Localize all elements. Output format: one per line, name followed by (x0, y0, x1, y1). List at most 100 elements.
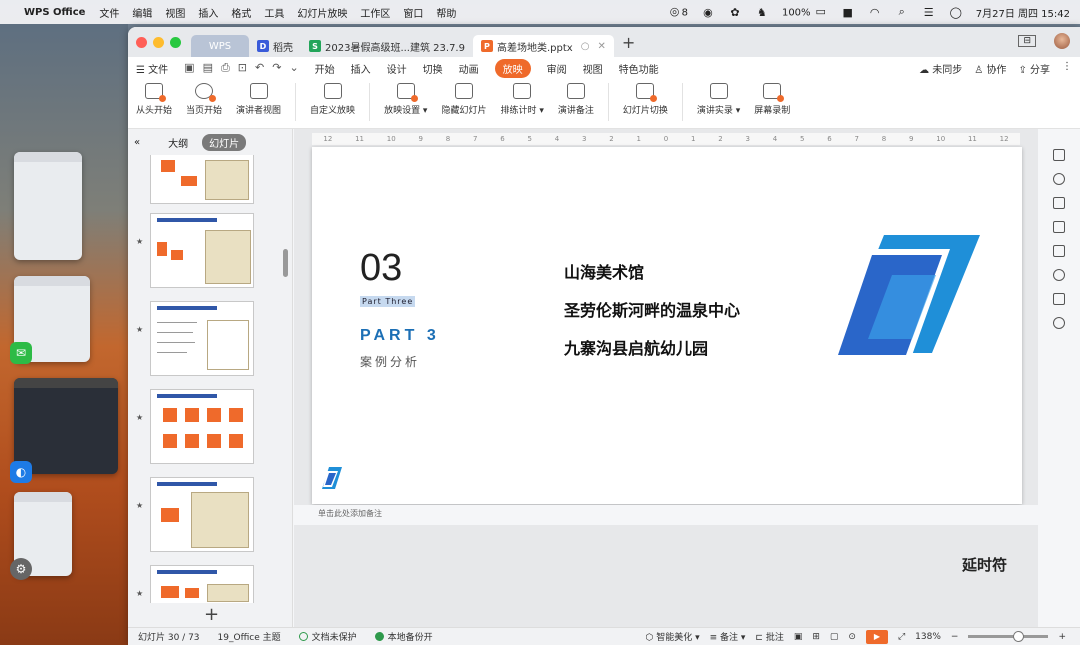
comments-button[interactable]: ⊏ 批注 (755, 630, 783, 643)
minimize-window-button[interactable] (153, 36, 164, 48)
case-item-3[interactable]: 九寨沟县启航幼儿园 (564, 335, 708, 359)
zoom-window-button[interactable] (170, 36, 181, 48)
save-icon[interactable]: ▣ (184, 61, 194, 75)
rehearse-timing-button[interactable]: 排练计时 ▾ (500, 83, 544, 116)
export-icon[interactable]: ▤ (203, 61, 213, 75)
extension-icon[interactable]: ✿ (728, 6, 742, 19)
collaborate-button[interactable]: ♙ 协作 (974, 61, 1006, 76)
fill-icon[interactable] (1053, 221, 1065, 233)
preview-icon[interactable]: ⊡ (238, 61, 247, 75)
current-slide[interactable]: 03 Part Three PART 3 案例分析 山海美术馆 圣劳伦斯河畔的温… (312, 147, 1022, 504)
tab-animation[interactable]: 动画 (459, 61, 479, 76)
fit-window-icon[interactable]: ⤢ (898, 632, 905, 642)
clock[interactable]: 7月27日 周四 15:42 (976, 5, 1070, 20)
tab-transition[interactable]: 切换 (423, 61, 443, 76)
reading-view-icon[interactable]: ▢ (830, 632, 839, 642)
user-icon[interactable]: ◯ (949, 6, 963, 19)
menu-window[interactable]: 窗口 (403, 5, 423, 20)
play-slideshow-button[interactable]: ▶ (865, 629, 888, 644)
menu-slideshow[interactable]: 幻灯片放映 (297, 5, 347, 20)
app-icon-blue[interactable]: ◐ (10, 461, 32, 483)
slide-thumbnail[interactable] (150, 155, 254, 204)
smart-beautify-button[interactable]: ⬡ 智能美化 ▾ (646, 630, 700, 643)
tab-insert[interactable]: 插入 (351, 61, 371, 76)
stage-window-1[interactable] (14, 152, 82, 260)
transition-icon[interactable] (1053, 293, 1065, 305)
presenter-view-button[interactable]: 演讲者视图 (236, 83, 281, 116)
tab-slideshow[interactable]: 放映 (494, 58, 531, 78)
menu-edit[interactable]: 编辑 (132, 5, 152, 20)
sorter-view-icon[interactable]: ⊞ (812, 632, 820, 642)
slides-tab[interactable]: 幻灯片 (202, 133, 247, 151)
app-name[interactable]: WPS Office (24, 7, 85, 18)
menu-toggle[interactable]: ☰ 文件 (136, 61, 168, 76)
tab-close-x-icon[interactable]: ✕ (597, 41, 605, 52)
menu-view[interactable]: 视图 (165, 5, 185, 20)
custom-show-button[interactable]: 自定义放映 (310, 83, 355, 116)
menu-help[interactable]: 帮助 (436, 5, 456, 20)
slide-thumbnail[interactable] (150, 301, 254, 376)
tab-spreadsheet[interactable]: S 2023暑假高级班...建筑 23.7.9 (301, 35, 473, 57)
thumbnail-item[interactable]: ★ (136, 213, 254, 288)
thumbnail-item[interactable]: ★ (136, 477, 254, 552)
screen-record-button[interactable]: 屏幕录制 (754, 83, 790, 116)
slide-transition-button[interactable]: 幻灯片切换 (623, 83, 668, 116)
section-number[interactable]: 03 (360, 247, 402, 290)
sync-button[interactable]: ☁ 未同步 (919, 61, 962, 76)
theme-name[interactable]: 19_Office 主题 (218, 630, 281, 643)
zoom-in-button[interactable]: + (1058, 632, 1066, 642)
zoom-slider[interactable] (968, 631, 1049, 642)
window-layout-icon[interactable]: ⊟ (1018, 35, 1036, 47)
zoom-out-button[interactable]: − (951, 632, 959, 642)
tab-home[interactable]: 开始 (315, 61, 335, 76)
outline-tab[interactable]: 大纲 (168, 135, 188, 150)
add-slide-button[interactable]: + (204, 604, 219, 625)
more-dropdown-icon[interactable]: ⌄ (289, 61, 298, 75)
star-icon[interactable] (1053, 173, 1065, 185)
tab-design[interactable]: 设计 (387, 61, 407, 76)
share-button[interactable]: ⇪ 分享 (1018, 61, 1050, 76)
history-icon[interactable] (1053, 317, 1065, 329)
eye-icon[interactable]: ◉ (701, 6, 715, 19)
decorative-parallelogram-graphic[interactable] (832, 235, 982, 367)
show-settings-button[interactable]: 放映设置 ▾ (384, 83, 427, 116)
settings-gear-icon[interactable]: ⚙ (10, 558, 32, 580)
wechat-icon[interactable]: ✉ (10, 342, 32, 364)
battery-status[interactable]: 100% ▭ (782, 5, 828, 18)
backup-status[interactable]: 本地备份开 (374, 630, 433, 643)
slide-thumbnail[interactable] (150, 389, 254, 464)
control-center-icon[interactable]: ☰ (922, 6, 936, 19)
target-icon[interactable] (1053, 269, 1065, 281)
undo-icon[interactable]: ↶ (255, 61, 264, 75)
more-options-icon[interactable]: ⋮ (1062, 61, 1072, 76)
live-record-button[interactable]: 演讲实录 ▾ (697, 83, 740, 116)
case-item-1[interactable]: 山海美术馆 (564, 259, 644, 283)
menu-file[interactable]: 文件 (99, 5, 119, 20)
thumbnail-item[interactable]: ★ (136, 389, 254, 464)
speaker-notes-button[interactable]: 演讲备注 (558, 83, 594, 116)
new-tab-button[interactable]: + (622, 33, 635, 52)
protection-status[interactable]: 文档未保护 (298, 630, 357, 643)
notes-pane[interactable]: 单击此处添加备注 (294, 505, 1038, 525)
section-subtitle[interactable]: 案例分析 (360, 353, 420, 370)
tab-review[interactable]: 审阅 (547, 61, 567, 76)
properties-icon[interactable] (1053, 149, 1065, 161)
collapse-panel-icon[interactable]: « (134, 137, 140, 148)
thumbnail-item[interactable]: ★ (136, 301, 254, 376)
tab-wps-home[interactable]: WPS (191, 35, 249, 57)
menu-workspace[interactable]: 工作区 (360, 5, 390, 20)
thumbnail-item[interactable]: ★ (136, 565, 254, 603)
hide-slide-button[interactable]: 隐藏幻灯片 (441, 83, 486, 116)
cat-icon[interactable]: ♞ (755, 6, 769, 19)
search-icon[interactable]: ⌕ (895, 5, 909, 18)
zoom-level[interactable]: 138% (915, 632, 941, 642)
protect-view-icon[interactable]: ⊙ (848, 632, 856, 642)
case-item-2[interactable]: 圣劳伦斯河畔的温泉中心 (564, 297, 740, 321)
tab-special[interactable]: 特色功能 (619, 61, 659, 76)
stage-window-3[interactable] (14, 378, 118, 474)
from-start-button[interactable]: 从头开始 (136, 83, 172, 116)
copy-icon[interactable] (1053, 245, 1065, 257)
print-icon[interactable]: ⎙ (221, 61, 230, 75)
slide-thumbnail[interactable] (150, 213, 254, 288)
normal-view-icon[interactable]: ▣ (794, 632, 803, 642)
